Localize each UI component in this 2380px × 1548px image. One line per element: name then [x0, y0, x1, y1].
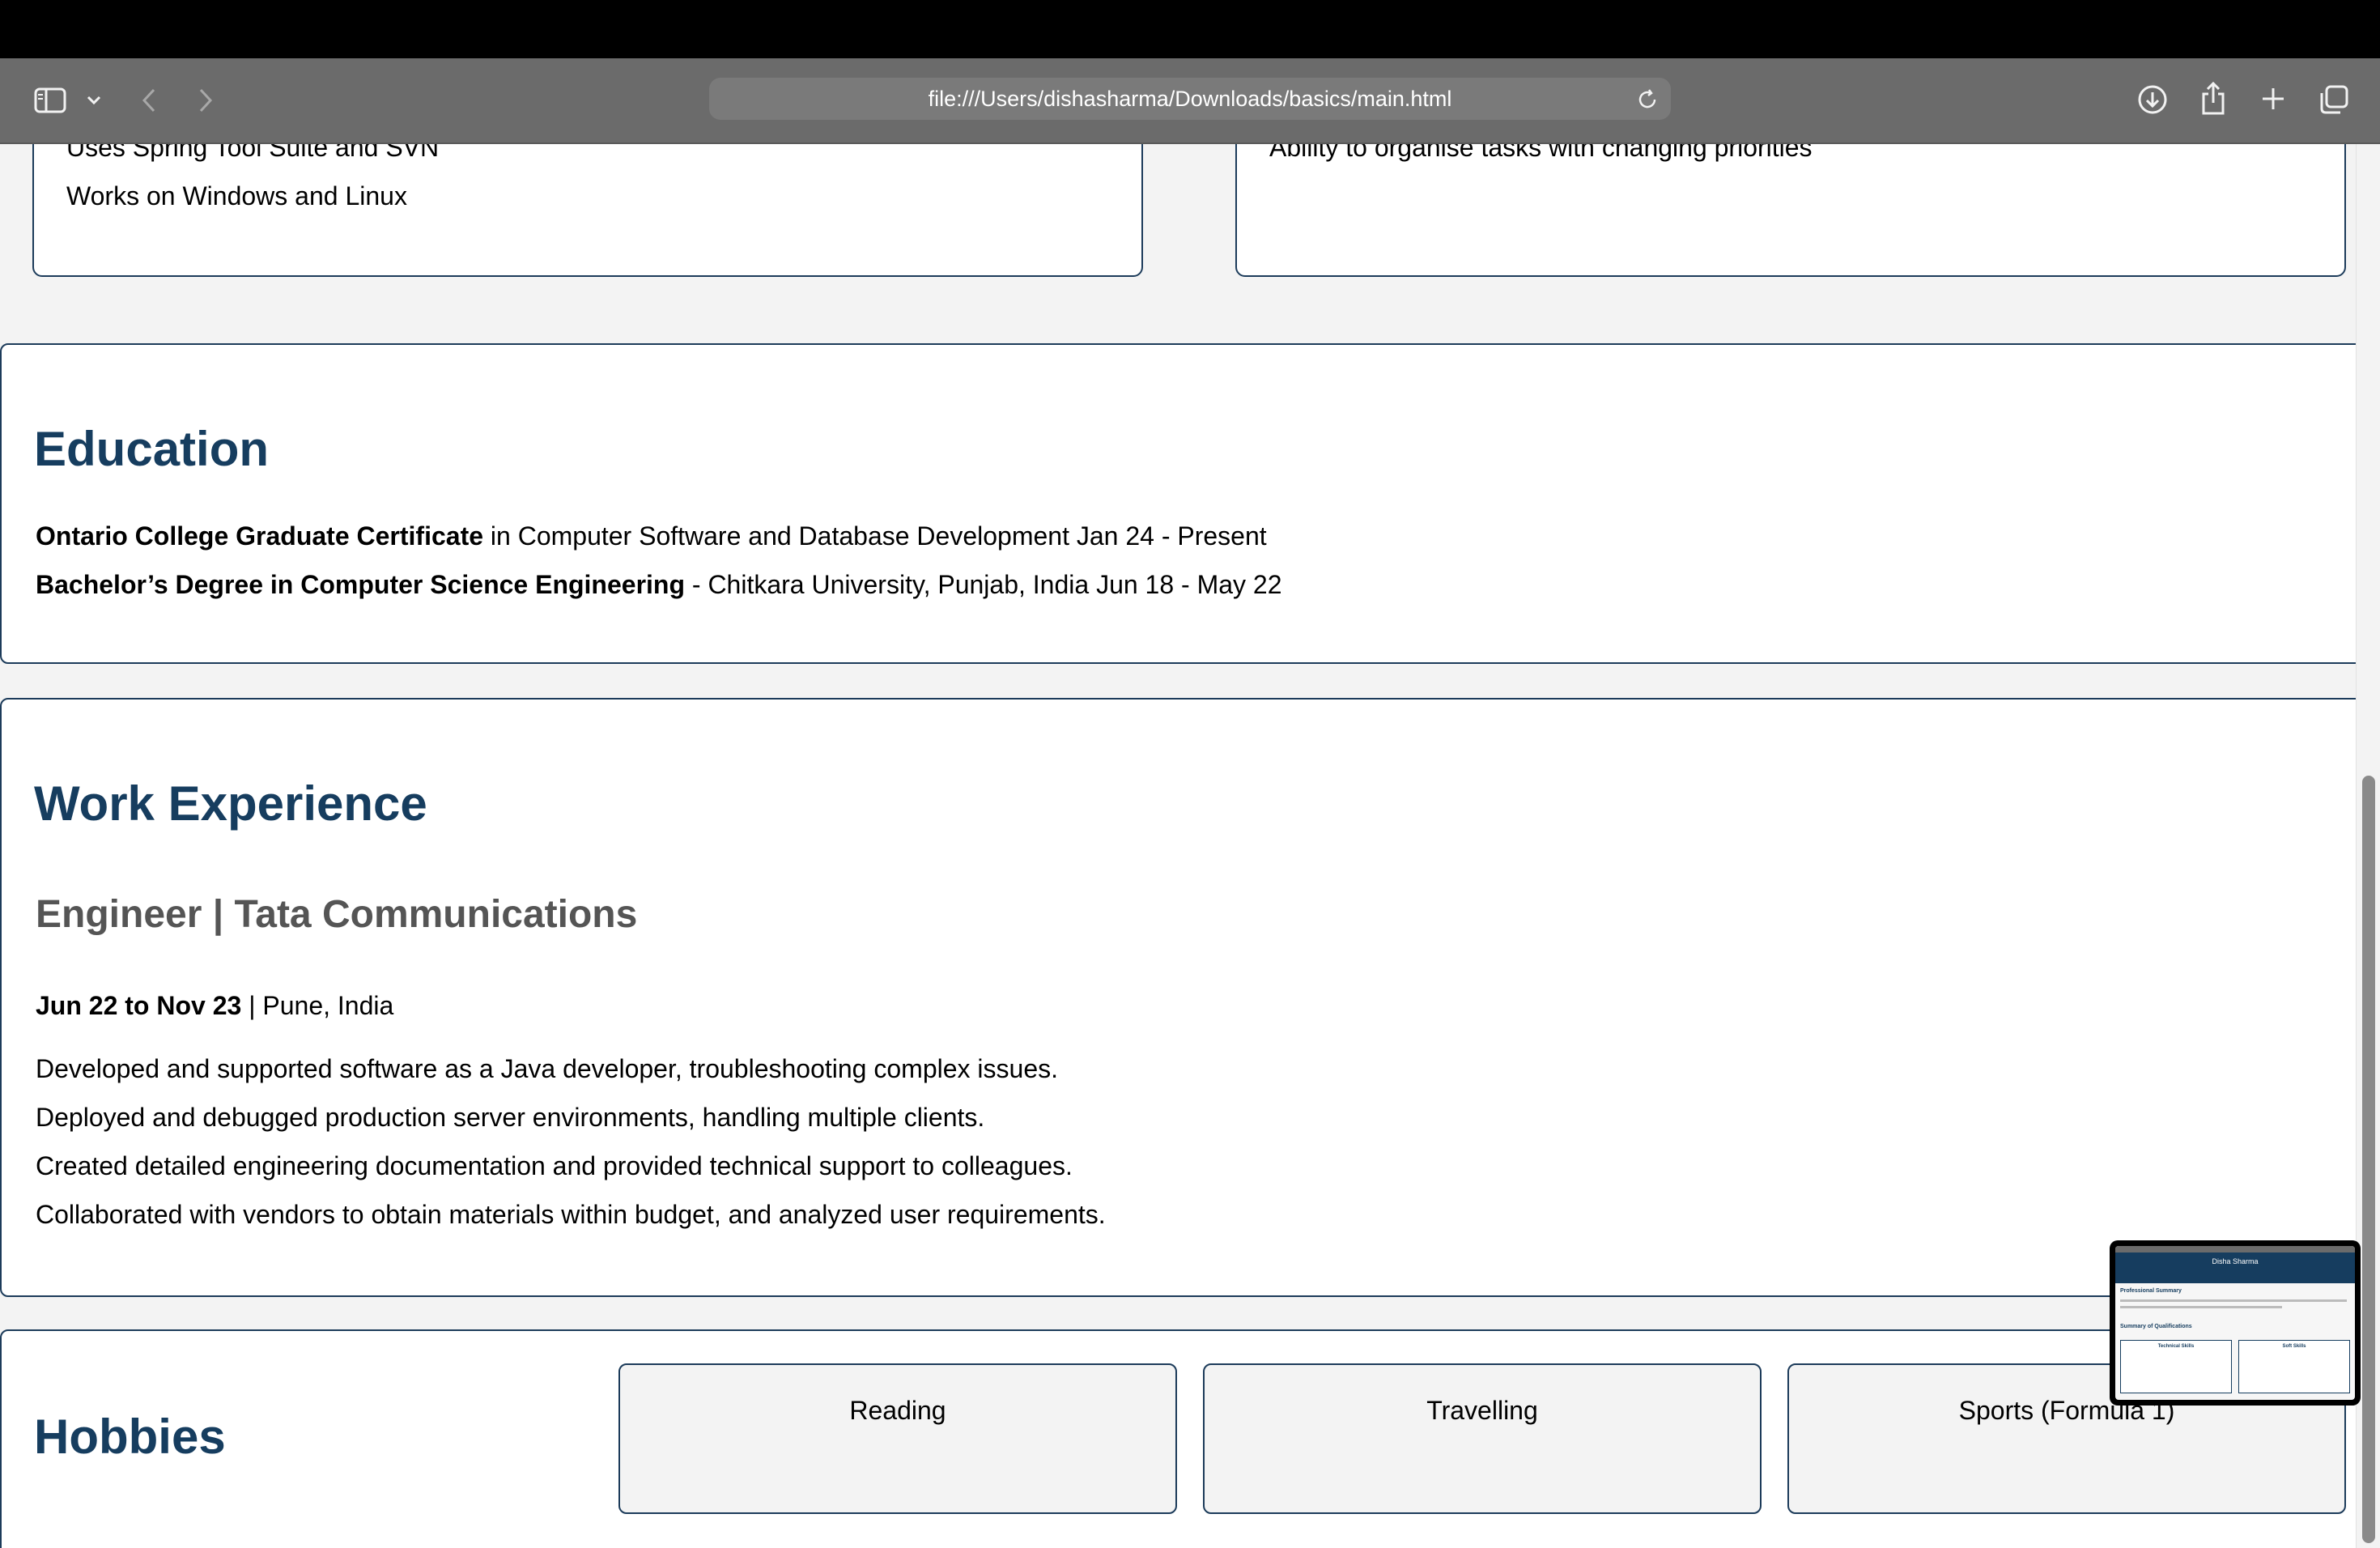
skill-line: Ability to organise tasks with changing …	[1269, 144, 1813, 162]
degree-name: Bachelor’s Degree in Computer Science En…	[36, 570, 685, 599]
thumbnail-text-line	[2120, 1299, 2347, 1302]
job-meta: Jun 22 to Nov 23 | Pune, India	[36, 991, 393, 1021]
technical-skills-card: Uses Spring Tool Suite and SVN Works on …	[32, 144, 1143, 277]
skill-line: Uses Spring Tool Suite and SVN	[66, 144, 440, 162]
menu-bar	[0, 0, 2380, 58]
thumbnail-toolbar	[2115, 1246, 2355, 1252]
job-duty: Collaborated with vendors to obtain mate…	[36, 1200, 1106, 1229]
education-item: Ontario College Graduate Certificate in …	[36, 520, 1267, 552]
section-title: Work Experience	[34, 776, 427, 831]
address-bar[interactable]: file:///Users/dishasharma/Downloads/basi…	[709, 78, 1671, 120]
thumbnail-name: Disha Sharma	[2212, 1257, 2259, 1265]
section-title: Education	[34, 422, 270, 476]
thumbnail-col-2: Soft Skills	[2238, 1340, 2350, 1393]
thumbnail-section-1: Professional Summary	[2120, 1288, 2182, 1294]
sidebar-icon[interactable]	[32, 83, 68, 118]
tabs-overview-icon[interactable]	[2317, 83, 2351, 117]
education-section: Education Ontario College Graduate Certi…	[0, 343, 2356, 664]
job-duty: Developed and supported software as a Ja…	[36, 1054, 1058, 1083]
hobby-card-reading: Reading	[618, 1363, 1177, 1514]
screenshot-thumbnail[interactable]: Disha Sharma Professional Summary Summar…	[2110, 1240, 2361, 1406]
job-duty: Created detailed engineering documentati…	[36, 1151, 1073, 1180]
back-icon[interactable]	[136, 86, 162, 115]
url-text: file:///Users/dishasharma/Downloads/basi…	[928, 86, 1452, 111]
job-dates: Jun 22 to Nov 23	[36, 991, 242, 1020]
thumbnail-content: Disha Sharma Professional Summary Summar…	[2115, 1246, 2355, 1400]
thumbnail-section-2: Summary of Qualifications	[2120, 1324, 2192, 1329]
degree-name: Ontario College Graduate Certificate	[36, 521, 484, 551]
degree-details: - Chitkara University, Punjab, India Jun…	[685, 570, 1282, 599]
chevron-down-icon[interactable]	[84, 91, 104, 110]
thumbnail-col-1: Technical Skills	[2120, 1340, 2232, 1393]
browser-toolbar: file:///Users/dishasharma/Downloads/basi…	[0, 58, 2380, 144]
plus-icon[interactable]	[2257, 83, 2289, 115]
section-title: Hobbies	[34, 1410, 226, 1464]
thumbnail-text-line	[2120, 1306, 2282, 1308]
scrollbar-thumb[interactable]	[2362, 776, 2375, 1543]
share-icon[interactable]	[2197, 79, 2229, 117]
forward-icon[interactable]	[193, 86, 219, 115]
skill-line: Works on Windows and Linux	[66, 181, 407, 211]
download-icon[interactable]	[2136, 83, 2170, 117]
job-duty: Deployed and debugged production server …	[36, 1103, 985, 1132]
education-item: Bachelor’s Degree in Computer Science En…	[36, 568, 1282, 601]
job-location: | Pune, India	[241, 991, 394, 1020]
thumbnail-header: Disha Sharma	[2115, 1252, 2355, 1283]
job-title: Engineer | Tata Communications	[36, 893, 638, 936]
work-experience-section: Work Experience Engineer | Tata Communic…	[0, 698, 2356, 1297]
thumbnail-col-1-title: Technical Skills	[2157, 1344, 2195, 1349]
hobby-card-travelling: Travelling	[1203, 1363, 1762, 1514]
page-viewport: Uses Spring Tool Suite and SVN Works on …	[0, 144, 2356, 1548]
thumbnail-col-2-title: Soft Skills	[2282, 1344, 2306, 1349]
degree-details: in Computer Software and Database Develo…	[483, 521, 1267, 551]
reload-icon[interactable]	[1635, 87, 1660, 112]
soft-skills-card: Ability to organise tasks with changing …	[1235, 144, 2346, 277]
